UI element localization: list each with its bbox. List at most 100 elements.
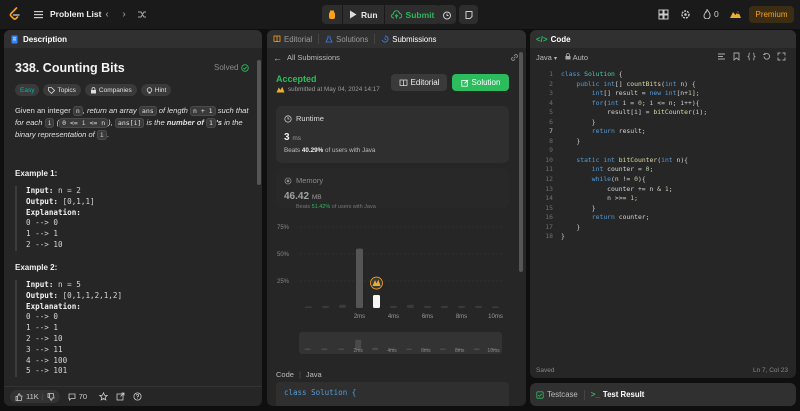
layout-grid-icon[interactable] [658,9,669,20]
explanation-line: 1 --> 1 [26,323,59,333]
avatar[interactable] [729,9,742,20]
flask-icon [325,35,333,43]
debug-button[interactable] [322,5,342,24]
checkbox-icon [536,390,544,399]
fire-icon [703,9,711,19]
leetcode-logo-icon[interactable] [8,7,22,21]
next-problem-icon[interactable]: › [119,9,129,20]
like-button[interactable]: 11K | [10,390,60,403]
y-tick-label: 75% [277,225,290,231]
memory-unit: MB [311,194,322,201]
streak-counter[interactable]: 0 [703,9,719,19]
editorial-button-label: Editorial [410,78,440,87]
like-count: 11K [26,392,39,401]
input-label: Input: [26,280,54,289]
back-arrow-icon[interactable]: ← [273,53,282,63]
comments-button[interactable]: 70 [68,392,87,401]
tab-code[interactable]: </> Code [530,35,571,44]
editorial-button[interactable]: Editorial [391,74,447,91]
memory-beats: Beats 51.42% of users with Java [296,204,376,210]
tab-submissions[interactable]: Submissions [375,30,442,48]
share-icon[interactable] [116,392,125,401]
prev-problem-icon[interactable]: ‹ [102,9,112,20]
history-icon [382,35,389,43]
code-line: 13 counter += n & 1; [545,184,673,193]
help-icon[interactable] [133,392,142,401]
code-line: 2 public int[] countBits(int n) { [549,79,696,88]
shuffle-icon[interactable] [137,9,147,20]
runtime-distribution-chart[interactable]: 75% 50% 25% 2ms 4ms 6ms 8ms 10ms [276,222,509,322]
code-line: 5 result[i] = bitCounter(i); [549,108,708,117]
tab-description-label: Description [23,34,68,44]
y-tick-label: 25% [277,279,290,285]
inline-code: n [72,106,83,116]
mini-bar [338,348,345,350]
top-bar: Problem List ‹ › Run Submit 0 Premium [0,0,800,29]
tab-editorial[interactable]: Editorial [267,30,318,48]
tab-test-result[interactable]: >_ Test Result [585,383,651,406]
description-footer: 11K | 70 [4,386,262,406]
tab-solutions[interactable]: Solutions [319,30,374,48]
code-label: Code [276,370,294,379]
submissions-scrollbar[interactable] [519,52,523,272]
tab-description[interactable]: Description [4,35,67,44]
fullscreen-icon[interactable] [777,52,786,61]
memory-title: Memory [284,176,323,185]
explanation-line: 3 --> 11 [26,344,63,354]
mode-value: Auto [572,52,589,62]
description-scrollbar[interactable] [257,60,261,185]
submission-avatar-marker [370,276,383,290]
submit-button[interactable]: Submit [384,5,441,24]
chart-bar [305,306,312,308]
settings-gear-icon[interactable] [680,9,691,20]
notes-button[interactable] [459,5,478,24]
runtime-title: Runtime [284,114,324,123]
tab-editorial-label: Editorial [284,34,313,44]
alarm-button[interactable] [437,5,456,24]
all-submissions-link[interactable]: All Submissions [287,53,340,62]
runtime-range-slider[interactable]: 2ms 4ms 6ms 8ms 10ms [299,332,502,354]
run-button[interactable]: Run [343,5,384,24]
editor-actions [717,52,786,61]
star-icon[interactable] [99,392,109,401]
console-tabs: Testcase >_ Test Result [530,383,796,406]
edit-icon [460,79,468,87]
auto-mode[interactable]: Auto [565,53,588,62]
link-icon[interactable] [510,53,519,62]
braces-icon[interactable] [747,52,756,61]
runtime-card[interactable]: Runtime 3 ms Beats 40.29% of users with … [276,106,509,163]
bookmark-icon[interactable] [732,52,741,61]
memory-card[interactable]: Memory 46.42 MB Beats 51.42% of users wi… [276,168,509,210]
code-line: 1 class Solution { [549,70,623,78]
format-icon[interactable] [717,52,726,61]
hint-tag[interactable]: Hint [140,84,172,96]
inline-code: i [44,118,55,128]
code-editor[interactable]: 1 class Solution { 2 public int[] countBi… [530,70,796,242]
run-submit-group: Run Submit [322,5,441,24]
code-line: 11 int counter = 0; [545,165,654,174]
language-select[interactable]: Java ▾ [536,53,557,62]
submissions-panel: Editorial Solutions Submissions ← All Su… [267,30,526,406]
explanation-label: Explanation: [26,207,81,217]
premium-button[interactable]: Premium [749,6,794,23]
code-language: Java [305,370,322,379]
solution-button[interactable]: Solution [452,74,509,91]
companies-tag[interactable]: Companies [84,84,137,96]
avatar [276,86,285,93]
submitted-code-preview: class Solution { [276,382,509,406]
code-line: 17 } [545,222,581,231]
submit-label: Submit [405,9,435,20]
explanation-line: 0 --> 0 [26,218,59,228]
input-label: Input: [26,186,54,195]
tab-testcase[interactable]: Testcase [530,383,584,406]
chart-bar [390,305,397,308]
example-1-block: Input: n = 2 Output: [0,1,1] Explanation… [15,186,253,251]
reset-icon[interactable] [762,52,771,61]
clock-icon [284,114,292,123]
list-icon[interactable] [33,9,44,20]
problem-statement: Given an integer n, return an array ans … [15,105,251,141]
topics-tag[interactable]: Topics [43,84,81,96]
explanation-line: 4 --> 100 [26,355,68,365]
alarm-clock-icon [442,11,451,19]
problem-list-link[interactable]: Problem List [50,9,101,19]
